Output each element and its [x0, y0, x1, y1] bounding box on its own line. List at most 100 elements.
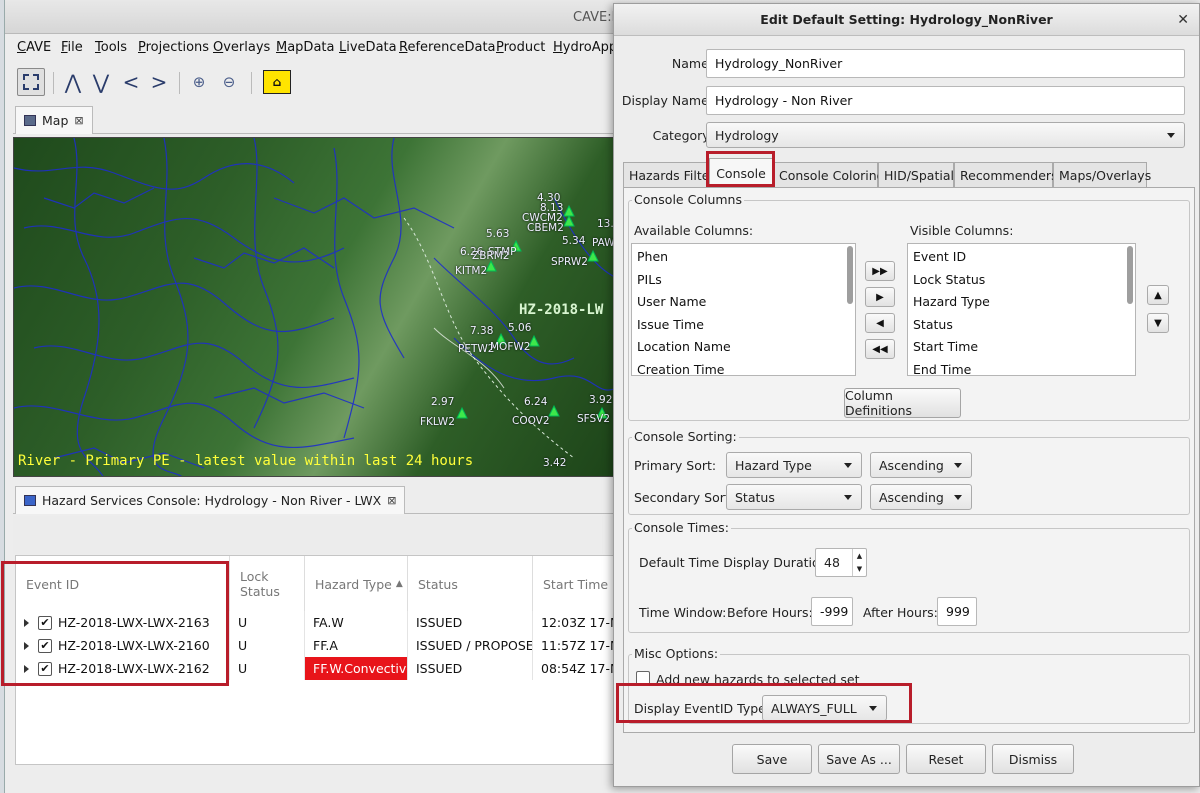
pan-left-button[interactable]: <	[117, 68, 145, 96]
save-as-button[interactable]: Save As ...	[818, 744, 900, 774]
tab-console-coloring[interactable]: Console Coloring	[773, 162, 885, 187]
time-window-label: Time Window:	[639, 605, 727, 620]
map-station: CBEM2	[527, 222, 564, 234]
hazard-services-button[interactable]: ⌂	[263, 70, 291, 94]
menu-file[interactable]: File	[61, 40, 83, 55]
remove-column-button[interactable]: ◀	[865, 313, 895, 333]
table-row[interactable]: ✔ HZ-2018-LWX-LWX-2160 U FF.A ISSUED / P…	[16, 634, 617, 657]
column-header-event-id[interactable]: Event ID	[16, 556, 230, 612]
group-title: Console Sorting:	[632, 429, 739, 444]
column-definitions-button[interactable]: Column Definitions	[844, 388, 961, 418]
menu-livedata[interactable]: LiveData	[339, 40, 397, 55]
duration-spinner[interactable]: 48 ▲ ▼	[815, 548, 867, 577]
pan-right-button[interactable]: >	[145, 68, 173, 96]
row-checkbox[interactable]: ✔	[38, 638, 52, 653]
move-up-button[interactable]: ▲	[1147, 285, 1169, 305]
list-item[interactable]: PILs	[637, 272, 662, 287]
add-all-columns-button[interactable]: ▶▶	[865, 261, 895, 281]
column-header-start-time[interactable]: Start Time	[533, 556, 617, 612]
before-hours-label: Before Hours:	[727, 605, 813, 620]
list-item[interactable]: End Time	[913, 362, 971, 375]
secondary-sort-label: Secondary Sort:	[634, 490, 735, 505]
available-columns-list[interactable]: Phen PILs User Name Issue Time Location …	[631, 243, 856, 376]
row-checkbox[interactable]: ✔	[38, 661, 52, 676]
house-icon: ⌂	[272, 75, 282, 89]
column-header-status[interactable]: Status	[408, 556, 533, 612]
list-item[interactable]: User Name	[637, 294, 706, 309]
column-header-lock-status[interactable]: Lock Status	[230, 556, 305, 612]
pan-up-button[interactable]: ⋀	[59, 68, 87, 96]
tab-console[interactable]: Console	[709, 158, 773, 188]
spinner-arrows[interactable]: ▲ ▼	[852, 549, 866, 576]
menu-projections[interactable]: Projections	[138, 40, 209, 55]
close-icon[interactable]: ✕	[1177, 12, 1189, 28]
menu-cave[interactable]: CAVE	[17, 40, 51, 55]
row-checkbox[interactable]: ✔	[38, 615, 52, 630]
tab-hid-spatial[interactable]: HID/Spatial	[878, 162, 954, 187]
menu-referencedata[interactable]: ReferenceData	[399, 40, 496, 55]
before-hours-field[interactable]: -999	[811, 597, 853, 626]
tab-hazards-filter[interactable]: Hazards Filter	[623, 162, 715, 187]
event-id-cell: ✔ HZ-2018-LWX-LWX-2163	[16, 611, 230, 634]
expand-icon[interactable]	[24, 664, 29, 673]
after-hours-field[interactable]: 999	[937, 597, 977, 626]
list-item[interactable]: Event ID	[913, 249, 966, 264]
map-tab[interactable]: Map ⊠	[15, 106, 93, 134]
list-item[interactable]: Issue Time	[637, 317, 704, 332]
list-item[interactable]: Hazard Type	[913, 294, 990, 309]
primary-sort-label: Primary Sort:	[634, 458, 717, 473]
menu-overlays[interactable]: Overlays	[213, 40, 270, 55]
name-field[interactable]: Hydrology_NonRiver	[706, 49, 1185, 78]
add-new-hazards-checkbox[interactable]	[636, 671, 650, 685]
secondary-sort-select[interactable]: Status	[726, 484, 862, 510]
map-tab-label: Map	[42, 113, 69, 128]
table-row[interactable]: ✔ HZ-2018-LWX-LWX-2162 U FF.W.Convective…	[16, 657, 617, 680]
pan-down-button[interactable]: ⋁	[87, 68, 115, 96]
save-button[interactable]: Save	[732, 744, 812, 774]
console-tab[interactable]: Hazard Services Console: Hydrology - Non…	[15, 486, 406, 514]
list-item[interactable]: Location Name	[637, 339, 731, 354]
tab-maps-overlays[interactable]: Maps/Overlays	[1053, 162, 1151, 187]
map-display[interactable]: 4.30 8.13 CWCM2 CBEM2 13. 5.34 PAW 5.63 …	[13, 137, 616, 477]
edit-default-setting-dialog: Edit Default Setting: Hydrology_NonRiver…	[613, 3, 1200, 787]
list-item[interactable]: Start Time	[913, 339, 978, 354]
menu-product[interactable]: Product	[496, 40, 545, 55]
close-icon[interactable]: ⊠	[74, 114, 83, 127]
list-item[interactable]: Creation Time	[637, 362, 724, 375]
expand-icon[interactable]	[24, 618, 29, 627]
zoom-out-button[interactable]: ⊖	[215, 68, 243, 96]
hazard-type-cell: FA.W	[305, 611, 408, 634]
map-station: SFSV2	[577, 413, 611, 425]
zoom-in-button[interactable]: ⊕	[185, 68, 213, 96]
scrollbar[interactable]	[1127, 246, 1133, 304]
eventid-type-select[interactable]: ALWAYS_FULL	[762, 695, 887, 721]
lock-status-cell: U	[230, 634, 305, 657]
zoom-in-icon: ⊕	[192, 73, 206, 91]
scrollbar[interactable]	[847, 246, 853, 304]
menu-tools[interactable]: Tools	[95, 40, 127, 55]
menu-mapdata[interactable]: MapData	[276, 40, 334, 55]
category-select[interactable]: Hydrology	[706, 122, 1185, 148]
map-value: 5.63	[486, 228, 510, 240]
primary-sort-select[interactable]: Hazard Type	[726, 452, 862, 478]
list-item[interactable]: Status	[913, 317, 953, 332]
close-icon[interactable]: ⊠	[387, 494, 396, 507]
reset-button[interactable]: Reset	[906, 744, 986, 774]
table-row[interactable]: ✔ HZ-2018-LWX-LWX-2163 U FA.W ISSUED 12:…	[16, 611, 617, 634]
map-hazard-label[interactable]: HZ-2018-LW	[519, 302, 603, 318]
add-column-button[interactable]: ▶	[865, 287, 895, 307]
secondary-order-select[interactable]: Ascending	[870, 484, 972, 510]
list-item[interactable]: Phen	[637, 249, 668, 264]
visible-columns-list[interactable]: Event ID Lock Status Hazard Type Status …	[907, 243, 1136, 376]
display-name-field[interactable]: Hydrology - Non River	[706, 86, 1185, 115]
tab-recommenders[interactable]: Recommenders	[954, 162, 1058, 187]
primary-order-select[interactable]: Ascending	[870, 452, 972, 478]
dismiss-button[interactable]: Dismiss	[992, 744, 1074, 774]
remove-all-columns-button[interactable]: ◀◀	[865, 339, 895, 359]
expand-icon[interactable]	[24, 641, 29, 650]
chevron-right-icon: >	[150, 70, 168, 94]
move-down-button[interactable]: ▼	[1147, 313, 1169, 333]
list-item[interactable]: Lock Status	[913, 272, 985, 287]
column-header-hazard-type[interactable]: Hazard Type ▲	[305, 556, 408, 612]
fit-to-screen-button[interactable]	[17, 68, 45, 96]
